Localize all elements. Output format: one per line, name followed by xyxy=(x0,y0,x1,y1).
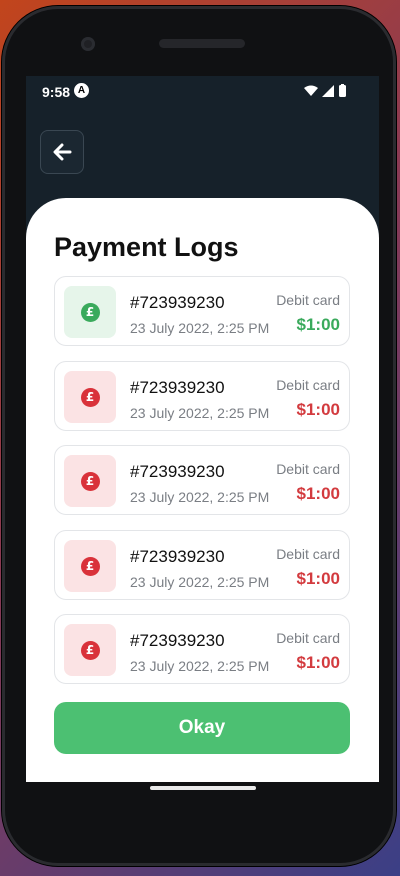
okay-button[interactable]: Okay xyxy=(54,702,350,754)
transaction-date: 23 July 2022, 2:25 PM xyxy=(130,658,270,674)
transaction-amount: $1:00 xyxy=(296,400,340,419)
transaction-ref: #723939230 xyxy=(130,547,225,566)
app-screen: 9:58 A Payment Logs £ #723939230 23 July xyxy=(26,76,379,782)
status-icon-box: £ xyxy=(64,286,116,338)
back-button[interactable] xyxy=(40,130,84,174)
arrow-left-icon xyxy=(53,143,72,161)
payment-method: Debit card xyxy=(276,377,340,393)
status-icon-box: £ xyxy=(64,540,116,592)
status-icons xyxy=(304,84,346,97)
front-camera xyxy=(81,37,95,51)
transaction-card[interactable]: £ #723939230 23 July 2022, 2:25 PM Debit… xyxy=(54,445,350,515)
transaction-amount: $1:00 xyxy=(296,653,340,672)
transaction-ref: #723939230 xyxy=(130,293,225,312)
page-title: Payment Logs xyxy=(54,232,239,262)
pound-icon: £ xyxy=(80,302,100,322)
transaction-card[interactable]: £ #723939230 23 July 2022, 2:25 PM Debit… xyxy=(54,276,350,346)
pound-icon: £ xyxy=(80,387,100,407)
status-time: 9:58 xyxy=(42,84,71,100)
transaction-amount: $1:00 xyxy=(296,315,340,334)
status-icon-box: £ xyxy=(64,624,116,676)
transaction-ref: #723939230 xyxy=(130,462,225,481)
payment-method: Debit card xyxy=(276,630,340,646)
transaction-date: 23 July 2022, 2:25 PM xyxy=(130,320,270,336)
earpiece-speaker xyxy=(159,39,245,48)
transaction-ref: #723939230 xyxy=(130,631,225,650)
transaction-amount: $1:00 xyxy=(296,484,340,503)
status-bar: 9:58 A xyxy=(26,76,379,104)
pound-icon: £ xyxy=(80,471,100,491)
status-icon-box: £ xyxy=(64,371,116,423)
payment-logs-sheet: Payment Logs £ #723939230 23 July 2022, … xyxy=(26,198,379,782)
pound-icon: £ xyxy=(80,640,100,660)
payment-method: Debit card xyxy=(276,546,340,562)
pound-icon: £ xyxy=(80,556,100,576)
battery-icon xyxy=(339,85,346,97)
transaction-card[interactable]: £ #723939230 23 July 2022, 2:25 PM Debit… xyxy=(54,614,350,684)
status-icon-box: £ xyxy=(64,455,116,507)
wifi-icon xyxy=(304,85,318,96)
transaction-date: 23 July 2022, 2:25 PM xyxy=(130,405,270,421)
transaction-date: 23 July 2022, 2:25 PM xyxy=(130,574,270,590)
transaction-card[interactable]: £ #723939230 23 July 2022, 2:25 PM Debit… xyxy=(54,530,350,600)
phone-frame: 9:58 A Payment Logs £ #723939230 23 July xyxy=(2,6,396,866)
transaction-amount: $1:00 xyxy=(296,569,340,588)
signal-icon xyxy=(322,85,334,97)
transaction-card[interactable]: £ #723939230 23 July 2022, 2:25 PM Debit… xyxy=(54,361,350,431)
home-indicator[interactable] xyxy=(150,786,256,790)
transaction-date: 23 July 2022, 2:25 PM xyxy=(130,489,270,505)
app-notification-icon: A xyxy=(74,83,89,98)
transaction-ref: #723939230 xyxy=(130,378,225,397)
payment-method: Debit card xyxy=(276,292,340,308)
payment-method: Debit card xyxy=(276,461,340,477)
